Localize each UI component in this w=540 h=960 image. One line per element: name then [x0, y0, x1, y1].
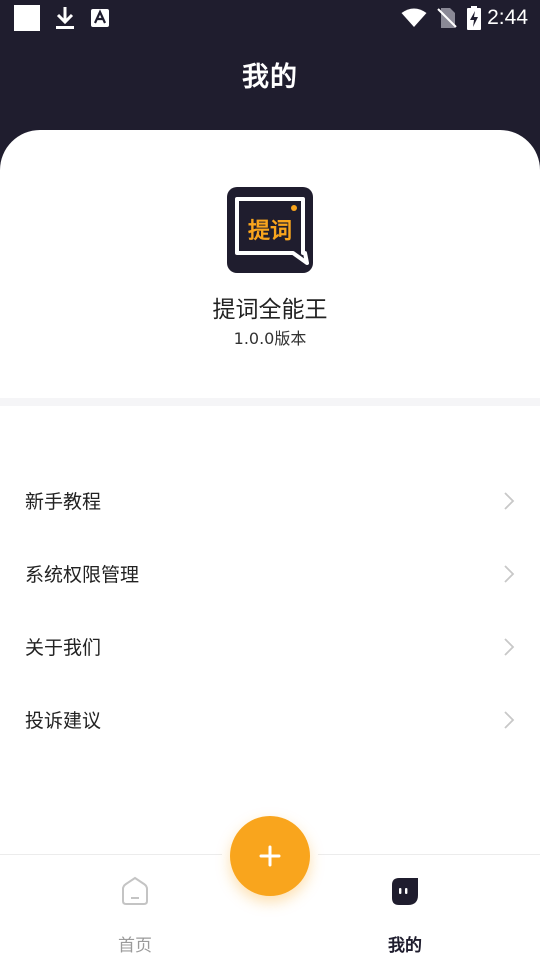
nav-item-mine[interactable]: 我的 — [345, 855, 465, 960]
status-bar: 2:44 — [0, 0, 540, 36]
page-title: 我的 — [242, 62, 298, 93]
chevron-right-icon — [504, 491, 515, 510]
chevron-right-icon — [504, 710, 515, 729]
menu-item-label: 新手教程 — [25, 491, 102, 513]
app-logo: 提词 — [227, 187, 313, 273]
battery-charging-icon — [467, 6, 482, 30]
chevron-right-icon — [504, 637, 515, 656]
wifi-icon — [401, 8, 427, 27]
home-icon — [122, 876, 148, 905]
menu-item-label: 投诉建议 — [25, 710, 102, 732]
screen: 2:44 我的 提词 提词全能王 1.0.0版本 新手教程 系统权限管理 关于我… — [0, 0, 540, 960]
add-button[interactable] — [230, 816, 310, 896]
app-version: 1.0.0版本 — [233, 329, 307, 348]
app-logo-text: 提词 — [248, 218, 292, 244]
app-name: 提词全能王 — [212, 297, 328, 323]
nav-label-home: 首页 — [118, 936, 152, 956]
header: 我的 — [0, 36, 540, 131]
chevron-right-icon — [504, 564, 515, 583]
nav-item-home[interactable]: 首页 — [75, 855, 195, 960]
menu-item-permissions[interactable]: 系统权限管理 — [0, 537, 540, 610]
no-sim-icon — [437, 8, 457, 28]
text-a-icon — [91, 9, 109, 27]
nav-label-mine: 我的 — [388, 936, 422, 956]
menu-item-about-us[interactable]: 关于我们 — [0, 610, 540, 683]
profile-face-icon — [392, 878, 418, 905]
section-divider — [0, 398, 540, 406]
settings-menu: 新手教程 系统权限管理 关于我们 投诉建议 — [0, 464, 540, 756]
status-right: 2:44 — [391, 6, 528, 30]
status-time: 2:44 — [487, 6, 528, 29]
status-left — [14, 5, 124, 31]
menu-item-feedback[interactable]: 投诉建议 — [0, 683, 540, 756]
download-icon — [56, 7, 74, 29]
menu-item-label: 关于我们 — [25, 637, 102, 659]
plus-icon — [259, 845, 281, 867]
speech-bubble-logo-icon: 提词 — [235, 197, 309, 265]
menu-item-tutorial[interactable]: 新手教程 — [0, 464, 540, 537]
square-notification-icon — [14, 5, 40, 31]
menu-item-label: 系统权限管理 — [25, 564, 140, 586]
